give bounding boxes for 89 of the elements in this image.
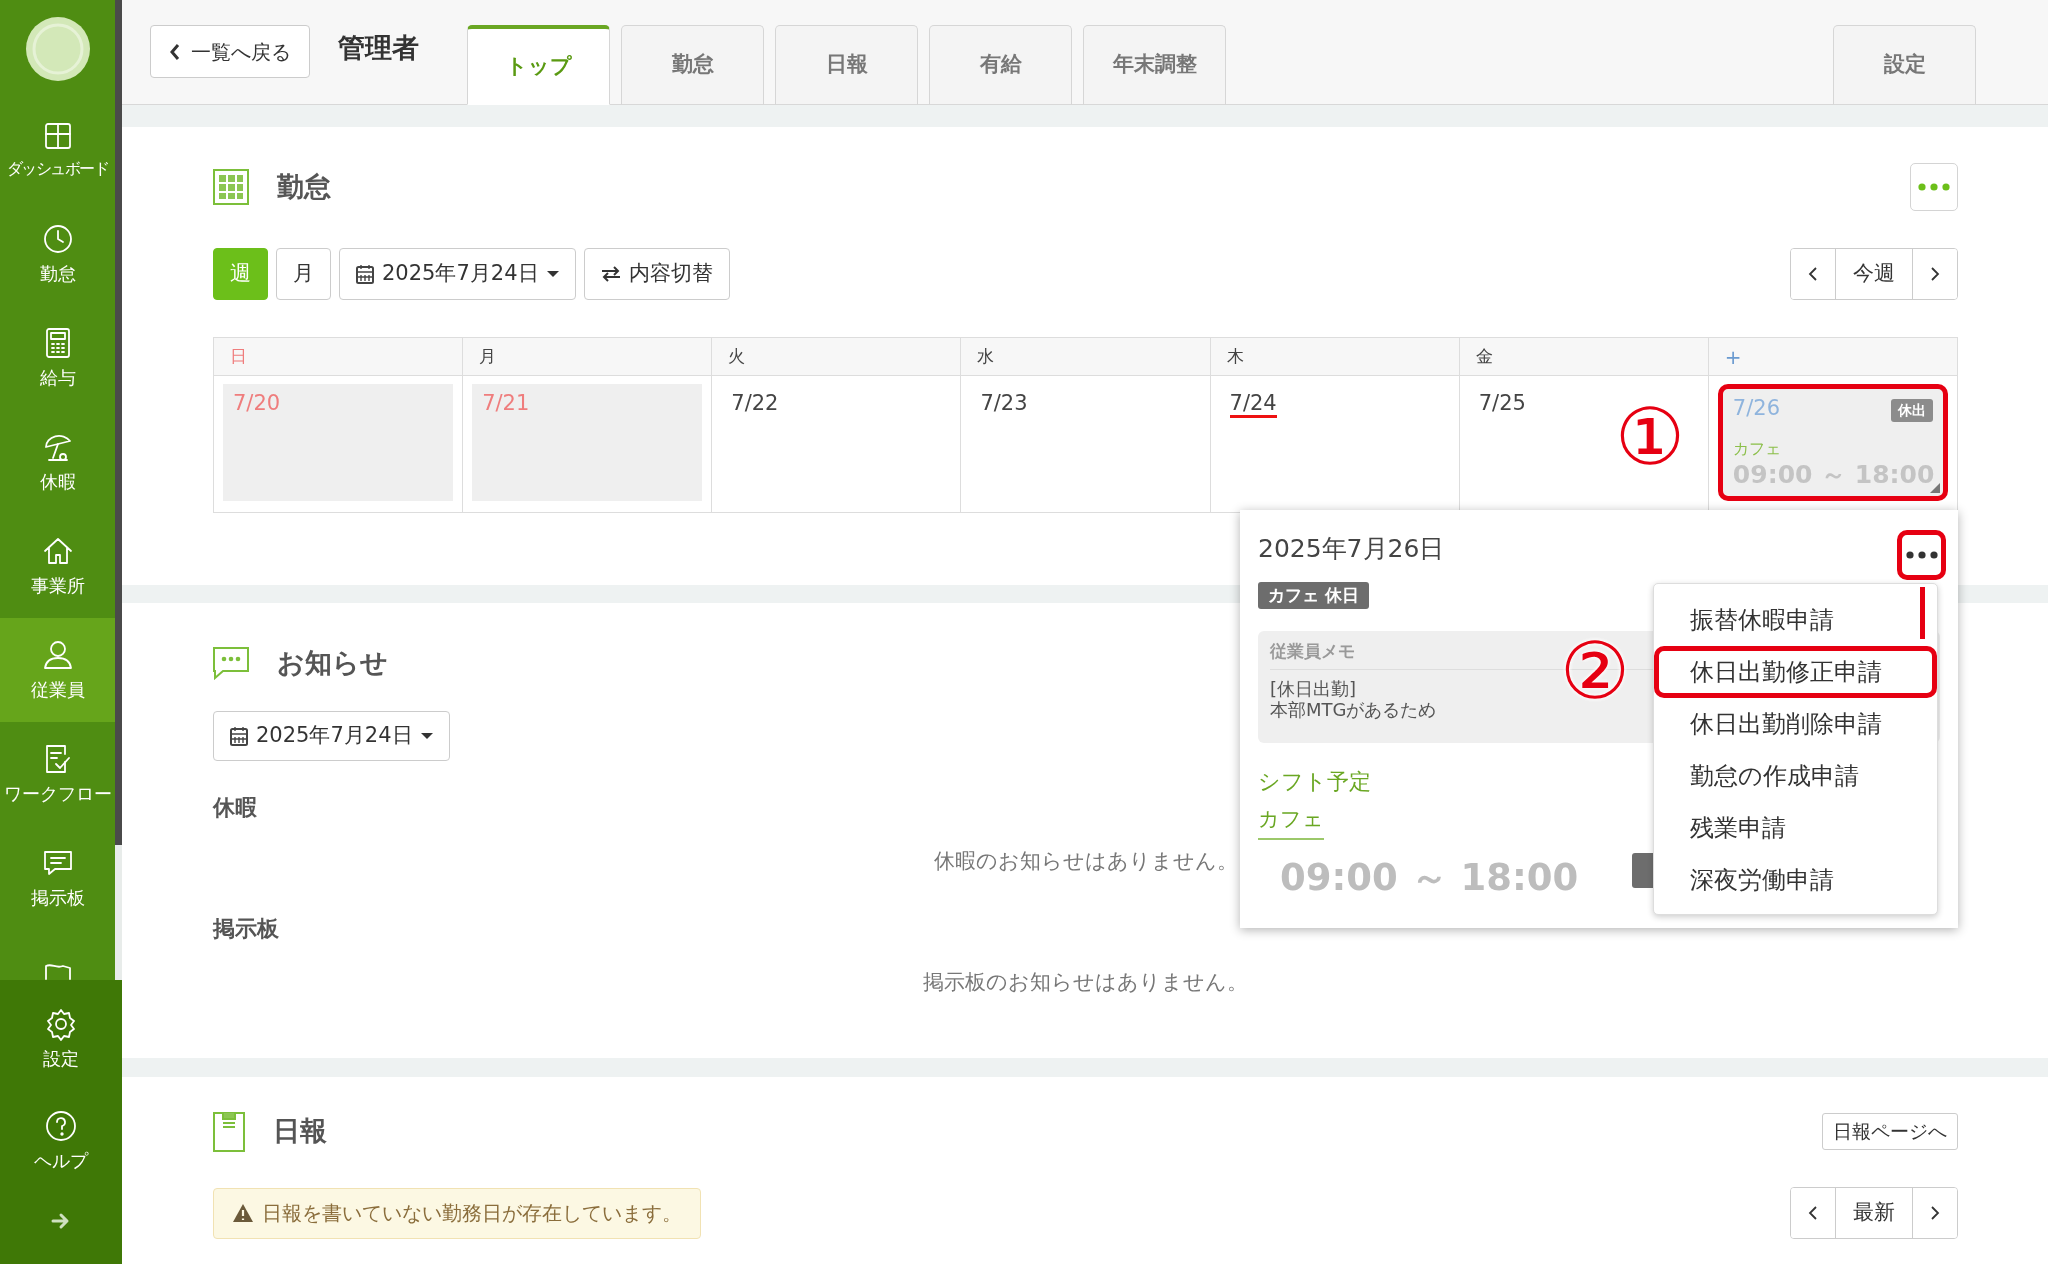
calendar-icon — [230, 726, 248, 746]
menu-item[interactable]: 振替休暇申請 — [1654, 594, 1937, 646]
back-button[interactable]: 一覧へ戻る — [150, 25, 310, 78]
section-title: 日報 — [273, 1114, 327, 1149]
chevron-right-icon — [1930, 266, 1940, 282]
sidebar-item[interactable]: 従業員 — [0, 618, 115, 722]
page-title: 管理者 — [338, 30, 419, 65]
day-date: 7/23 — [980, 391, 1028, 415]
memo-text: [休日出勤] 本部MTGがあるため — [1270, 677, 1438, 721]
shift-name: カフェ — [1732, 437, 1782, 460]
weekday-header: 月 — [462, 337, 712, 376]
tab[interactable]: 勤怠 — [621, 25, 764, 105]
toggle-button[interactable]: 内容切替 — [583, 248, 730, 300]
group-label: 休暇 — [213, 794, 257, 822]
day-date: 7/26 — [1732, 396, 1780, 420]
swap-icon — [600, 266, 621, 282]
shift-tag: カフェ 休日 — [1258, 581, 1369, 609]
tab[interactable]: 年末調整 — [1083, 25, 1226, 105]
view-button[interactable]: 月 — [276, 248, 331, 300]
menu-item[interactable]: 残業申請 — [1654, 802, 1937, 854]
more-icon — [1918, 183, 1950, 191]
tab[interactable]: 日報 — [775, 25, 918, 105]
tab[interactable]: 設定 — [1833, 25, 1976, 105]
logo — [24, 16, 91, 82]
sidebar-item[interactable]: ヘルプ — [34, 1090, 88, 1192]
menu-item[interactable]: 休日出勤修正申請 — [1654, 646, 1937, 698]
gear-icon — [44, 1006, 78, 1041]
menu-item[interactable]: 休日出勤削除申請 — [1654, 698, 1937, 750]
date-picker[interactable]: 2025年7月24日 — [339, 248, 576, 300]
weekday-header: 火 — [711, 337, 961, 376]
add-button[interactable]: + — [1724, 341, 1742, 372]
sidebar-item[interactable]: 給与 — [0, 306, 115, 410]
caret-icon — [546, 270, 559, 278]
grid-icon — [213, 169, 249, 205]
tab[interactable]: トップ — [467, 25, 610, 105]
menu-item[interactable]: 深夜労働申請 — [1654, 854, 1937, 906]
tag-edge — [1632, 853, 1653, 888]
warning-icon — [232, 1203, 254, 1223]
sidebar-item[interactable]: 勤怠 — [0, 202, 115, 306]
sidebar-item[interactable]: ワークフロー — [0, 722, 115, 826]
chevron-right-icon — [1930, 1205, 1940, 1221]
day-date: 7/22 — [731, 391, 779, 415]
callout-number: ② — [1560, 632, 1630, 710]
sidebar-item[interactable]: ダッシュボード — [0, 98, 115, 202]
sidebar-item[interactable]: 設定 — [43, 988, 79, 1090]
speech-bubble-icon — [213, 646, 249, 680]
empty-message: 休暇のお知らせはありません。 — [933, 848, 1238, 875]
chevron-left-icon — [1808, 1205, 1818, 1221]
group-label: 掲示板 — [213, 914, 279, 943]
sidebar-item[interactable]: 事業所 — [0, 514, 115, 618]
chevron-left-icon — [169, 42, 181, 61]
weekday-header: 日 — [213, 337, 463, 376]
tab[interactable]: 有給 — [929, 25, 1072, 105]
calendar-cell[interactable]: 7/23 — [960, 375, 1211, 513]
current-button[interactable]: 今週 — [1835, 249, 1913, 299]
empty-message: 掲示板のお知らせはありません。 — [923, 968, 1248, 996]
shift-name: カフェ — [1258, 804, 1324, 840]
current-button[interactable]: 最新 — [1835, 1188, 1913, 1238]
section-title: 勤怠 — [277, 169, 331, 204]
day-date: 7/20 — [233, 391, 281, 415]
warning-message: 日報を書いていない勤務日が存在しています。 — [213, 1187, 701, 1239]
menu-item[interactable]: 勤怠の作成申請 — [1654, 750, 1937, 802]
help-icon — [44, 1108, 78, 1143]
resize-icon — [1930, 483, 1940, 493]
chevron-left-icon — [1808, 266, 1818, 282]
day-date: 7/24 — [1229, 391, 1277, 418]
more-button[interactable] — [1897, 530, 1946, 580]
popup-date: 2025年7月26日 — [1258, 533, 1445, 565]
shift-heading: シフト予定 — [1258, 768, 1371, 796]
day-date: 7/21 — [482, 391, 530, 415]
scrollbar[interactable] — [115, 0, 122, 980]
shift-time: 09:00 ～ 18:00 — [1280, 854, 1579, 901]
calendar-icon — [356, 264, 374, 284]
section-title: お知らせ — [277, 645, 388, 680]
callout-number: ① — [1615, 398, 1685, 476]
date-picker[interactable]: 2025年7月24日 — [213, 711, 450, 761]
more-icon — [1905, 551, 1938, 559]
sidebar-item[interactable]: 掲示板 — [0, 826, 115, 930]
caret-icon — [420, 732, 433, 740]
report-page-button[interactable]: 日報ページへ — [1822, 1113, 1958, 1150]
calendar-cell[interactable]: 7/22 — [711, 375, 961, 513]
sidebar-item[interactable]: 休暇 — [0, 410, 115, 514]
weekday-header: 水 — [960, 337, 1211, 376]
status-tag: 休出 — [1891, 399, 1933, 422]
document-icon — [213, 1111, 245, 1152]
weekday-header: 金 — [1459, 337, 1709, 376]
weekday-header: 木 — [1210, 337, 1460, 376]
arrow-right-icon — [51, 1211, 71, 1230]
day-date: 7/25 — [1478, 391, 1526, 415]
